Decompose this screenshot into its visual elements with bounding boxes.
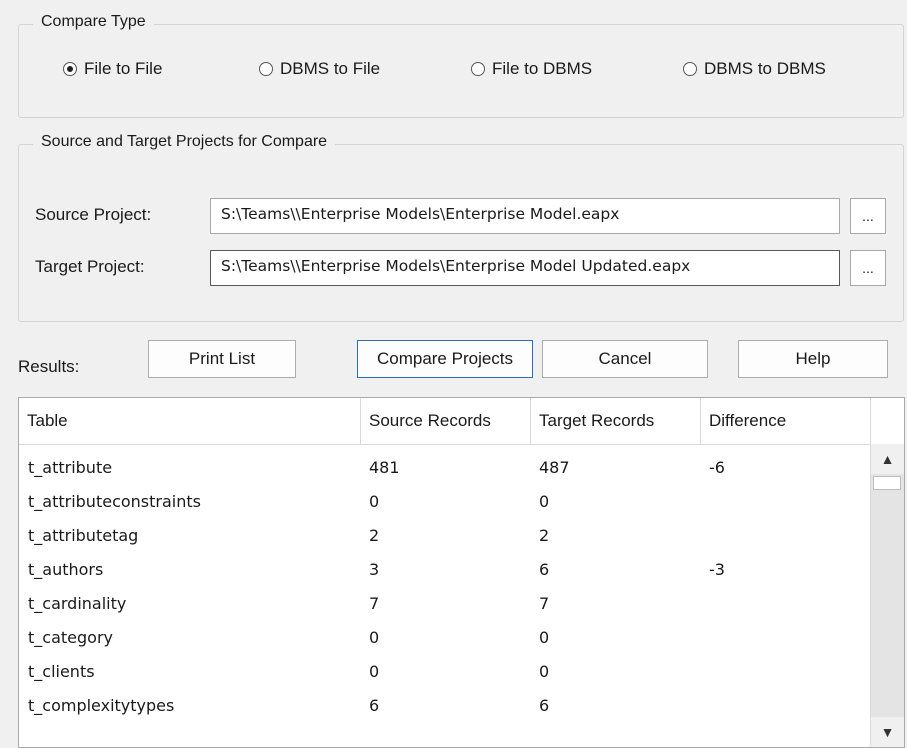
cell-source-records: 481 (369, 458, 400, 477)
scroll-up-icon[interactable]: ▲ (871, 444, 904, 474)
scroll-thumb[interactable] (873, 476, 901, 490)
projects-legend: Source and Target Projects for Compare (33, 133, 336, 151)
source-project-field[interactable]: S:\Teams\\Enterprise Models\Enterprise M… (210, 198, 840, 234)
vertical-scrollbar[interactable]: ▲ ▼ (870, 444, 904, 747)
radio-dbms-to-file[interactable]: DBMS to File (259, 59, 380, 79)
cell-table: t_complexitytypes (28, 696, 175, 715)
cell-source-records: 6 (369, 696, 380, 715)
print-list-button[interactable]: Print List (148, 340, 296, 378)
target-project-field[interactable]: S:\Teams\\Enterprise Models\Enterprise M… (210, 250, 840, 286)
column-header-difference[interactable]: Difference (701, 398, 871, 444)
cell-table: t_attributetag (28, 526, 139, 545)
cell-source-records: 7 (369, 594, 380, 613)
scroll-down-icon[interactable]: ▼ (871, 717, 904, 747)
source-browse-button[interactable]: ... (850, 198, 886, 234)
radio-label: File to DBMS (492, 59, 593, 78)
source-project-label: Source Project: (35, 205, 152, 224)
cell-table: t_authors (28, 560, 104, 579)
cell-table: t_attribute (28, 458, 113, 477)
target-project-label: Target Project: (35, 257, 145, 276)
cell-table: t_attributeconstraints (28, 492, 201, 511)
radio-selected-icon (63, 62, 77, 76)
column-header-table[interactable]: Table (19, 398, 361, 444)
cell-table: t_cardinality (28, 594, 127, 613)
cell-source-records: 0 (369, 662, 380, 681)
cell-target-records: 2 (539, 526, 550, 545)
column-header-target-records[interactable]: Target Records (531, 398, 701, 444)
cell-target-records: 0 (539, 492, 550, 511)
cell-source-records: 2 (369, 526, 380, 545)
cell-target-records: 487 (539, 458, 570, 477)
radio-label: DBMS to DBMS (704, 59, 826, 78)
radio-unselected-icon (259, 62, 273, 76)
cell-table: t_clients (28, 662, 95, 681)
cell-source-records: 3 (369, 560, 380, 579)
help-button[interactable]: Help (738, 340, 888, 378)
cell-target-records: 6 (539, 696, 550, 715)
radio-unselected-icon (471, 62, 485, 76)
cell-difference: -6 (709, 458, 725, 477)
compare-projects-button[interactable]: Compare Projects (357, 340, 533, 378)
cell-table: t_category (28, 628, 113, 647)
radio-label: File to File (84, 59, 163, 78)
table-header: Table Source Records Target Records Diff… (19, 398, 904, 445)
radio-file-to-dbms[interactable]: File to DBMS (471, 59, 592, 79)
target-browse-button[interactable]: ... (850, 250, 886, 286)
cell-target-records: 7 (539, 594, 550, 613)
radio-unselected-icon (683, 62, 697, 76)
cell-difference: -3 (709, 560, 725, 579)
results-table: Table Source Records Target Records Diff… (18, 397, 905, 748)
compare-type-legend: Compare Type (33, 13, 154, 31)
cell-target-records: 6 (539, 560, 550, 579)
cell-source-records: 0 (369, 492, 380, 511)
results-label: Results: (18, 357, 80, 376)
radio-label: DBMS to File (280, 59, 381, 78)
radio-file-to-file[interactable]: File to File (63, 59, 162, 79)
cell-source-records: 0 (369, 628, 380, 647)
cell-target-records: 0 (539, 628, 550, 647)
compare-type-group: Compare Type File to File DBMS to File F… (18, 13, 904, 118)
cancel-button[interactable]: Cancel (542, 340, 708, 378)
cell-target-records: 0 (539, 662, 550, 681)
radio-dbms-to-dbms[interactable]: DBMS to DBMS (683, 59, 826, 79)
column-header-source-records[interactable]: Source Records (361, 398, 531, 444)
